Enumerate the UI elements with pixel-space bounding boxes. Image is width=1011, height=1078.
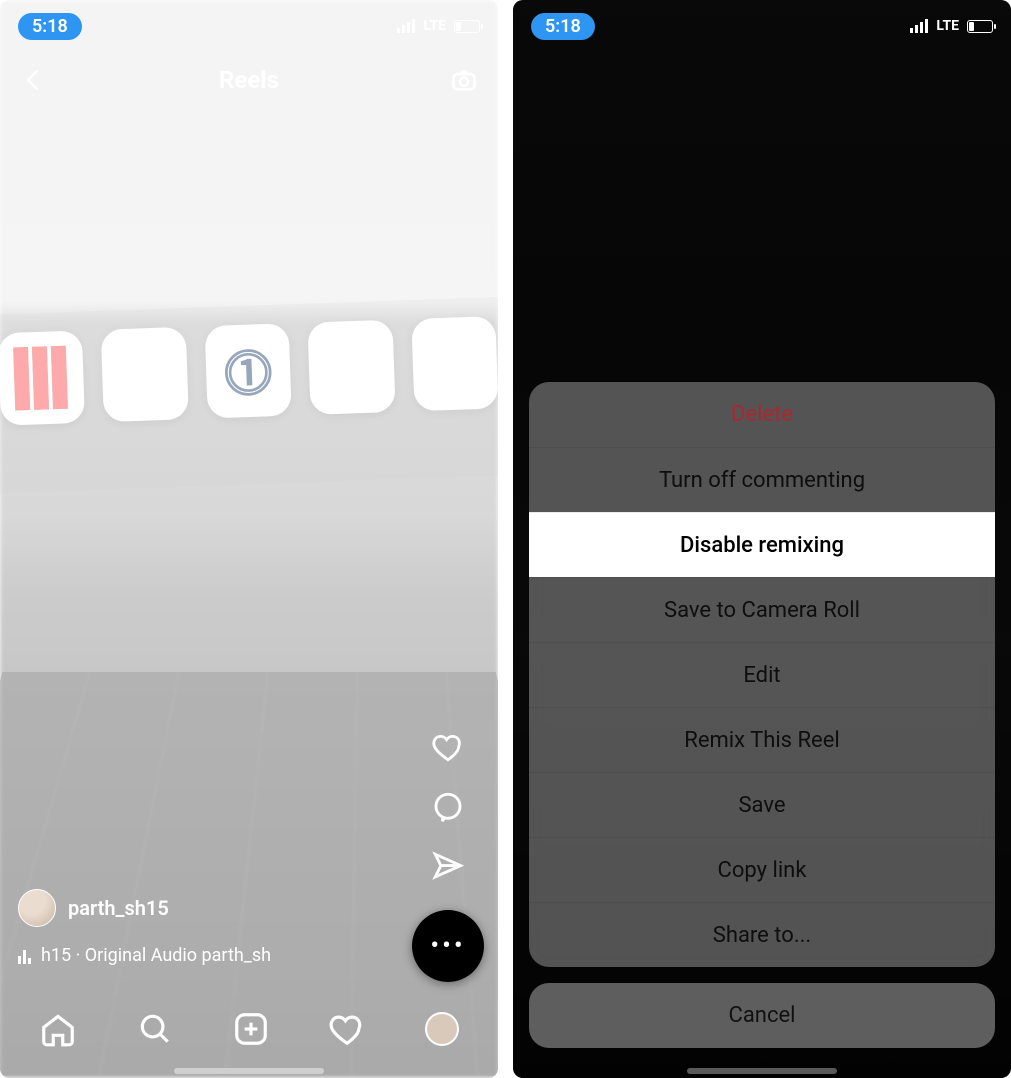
action-sheet: Delete Turn off commenting Disable remixin… — [529, 382, 995, 1048]
action-label: Turn off commenting — [659, 468, 865, 493]
screenshot-action-sheet: 5:18 LTE Delete Turn off commenting Disabl… — [513, 0, 1011, 1078]
tab-home-icon[interactable] — [39, 1010, 77, 1048]
cancel-label: Cancel — [729, 1003, 796, 1028]
tab-search-icon[interactable] — [136, 1010, 174, 1048]
screenshot-reels-view: 5:18 LTE Reels parth_sh15 h15 · Original… — [0, 0, 498, 1078]
audio-row[interactable]: h15 · Original Audio parth_sh — [18, 945, 378, 966]
reel-info: parth_sh15 h15 · Original Audio parth_sh — [18, 889, 378, 966]
tab-create-icon[interactable] — [232, 1010, 270, 1048]
reel-action-rail: ••• — [412, 730, 484, 982]
audio-label: h15 · Original Audio parth_sh — [41, 945, 271, 966]
status-bar: 5:18 LTE — [513, 8, 1011, 44]
status-bar: 5:18 LTE — [0, 8, 498, 44]
action-remix-this-reel[interactable]: Remix This Reel — [529, 707, 995, 772]
author-avatar[interactable] — [18, 889, 56, 927]
signal-icon — [910, 19, 928, 33]
action-delete[interactable]: Delete — [529, 382, 995, 447]
page-title: Reels — [48, 66, 450, 94]
action-copy-link[interactable]: Copy link — [529, 837, 995, 902]
back-icon[interactable] — [20, 66, 48, 94]
action-save[interactable]: Save — [529, 772, 995, 837]
camera-icon[interactable] — [450, 66, 478, 94]
battery-icon — [967, 20, 993, 33]
action-label: Disable remixing — [680, 533, 844, 558]
status-time: 5:18 — [18, 13, 82, 40]
network-label: LTE — [936, 18, 959, 34]
action-sheet-cancel[interactable]: Cancel — [529, 983, 995, 1048]
action-share-to[interactable]: Share to... — [529, 902, 995, 967]
home-indicator — [174, 1068, 324, 1074]
action-sheet-options: Delete Turn off commenting Disable remixin… — [529, 382, 995, 967]
action-label: Copy link — [718, 858, 807, 883]
tab-activity-icon[interactable] — [328, 1010, 366, 1048]
author-username[interactable]: parth_sh15 — [68, 896, 169, 920]
battery-icon — [454, 20, 480, 33]
bottom-tab-bar — [0, 994, 498, 1064]
audio-icon — [18, 948, 31, 964]
comment-icon[interactable] — [431, 790, 465, 824]
signal-icon — [397, 19, 415, 33]
status-right: LTE — [910, 18, 993, 34]
action-label: Save to Camera Roll — [664, 598, 860, 623]
reels-header: Reels — [0, 66, 498, 94]
action-label: Remix This Reel — [684, 728, 839, 753]
network-label: LTE — [423, 18, 446, 34]
action-save-to-camera-roll[interactable]: Save to Camera Roll — [529, 577, 995, 642]
action-disable-remixing[interactable]: Disable remixing — [529, 512, 995, 577]
home-indicator — [687, 1068, 837, 1074]
status-time: 5:18 — [531, 13, 595, 40]
action-label: Save — [738, 793, 785, 818]
author-row[interactable]: parth_sh15 — [18, 889, 378, 927]
action-label: Edit — [743, 663, 780, 688]
more-options-button[interactable]: ••• — [412, 910, 484, 982]
action-label: Share to... — [713, 923, 811, 948]
like-icon[interactable] — [431, 730, 465, 764]
tab-profile-avatar[interactable] — [425, 1012, 459, 1046]
share-icon[interactable] — [431, 850, 465, 884]
action-turn-off-commenting[interactable]: Turn off commenting — [529, 447, 995, 512]
action-edit[interactable]: Edit — [529, 642, 995, 707]
action-label: Delete — [731, 402, 793, 427]
status-right: LTE — [397, 18, 480, 34]
